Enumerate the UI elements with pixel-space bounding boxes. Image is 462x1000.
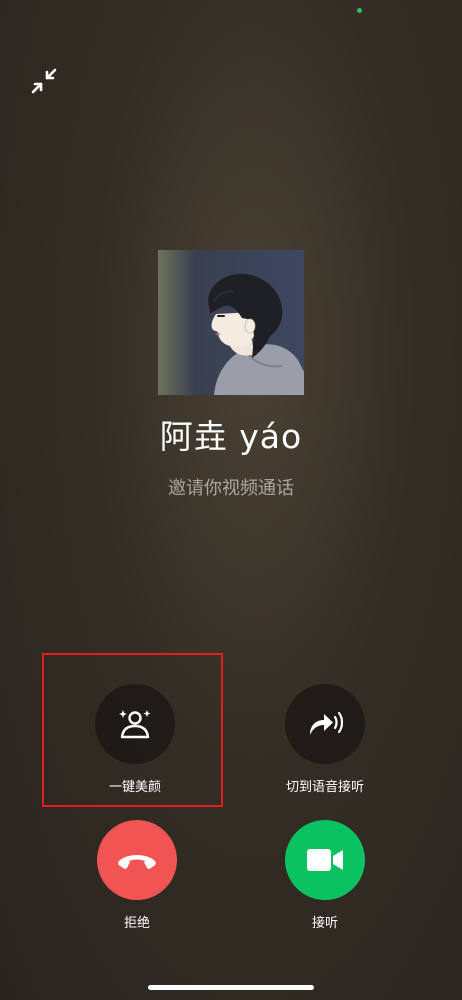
minimize-arrows-icon: [31, 68, 57, 94]
answer-label: 接听: [311, 916, 338, 931]
answer-button[interactable]: [285, 820, 365, 900]
person-sparkle-icon: [119, 710, 151, 739]
home-indicator[interactable]: [148, 985, 314, 990]
incoming-video-call-screen: 阿垚 yáo 邀请你视频通话 一键美颜 切到语音接听 拒绝 接听: [0, 0, 462, 1000]
decline-control: 拒绝: [97, 820, 177, 931]
beauty-control: 一键美颜: [95, 684, 175, 795]
video-camera-icon: [307, 849, 343, 871]
switch-voice-button[interactable]: [285, 684, 365, 764]
answer-control: 接听: [285, 820, 365, 931]
decline-label: 拒绝: [123, 916, 150, 931]
caller-name: 阿垚 yáo: [159, 417, 303, 456]
decline-button[interactable]: [97, 820, 177, 900]
hang-up-phone-icon: [118, 855, 156, 869]
beauty-label: 一键美颜: [108, 780, 161, 795]
beauty-button[interactable]: [95, 684, 175, 764]
switch-voice-control: 切到语音接听: [285, 684, 365, 795]
camera-indicator-dot: [357, 8, 362, 13]
call-status-text: 邀请你视频通话: [168, 478, 294, 499]
switch-voice-label: 切到语音接听: [285, 780, 364, 795]
voice-switch-icon: [310, 711, 344, 735]
caller-avatar: [158, 250, 304, 395]
minimize-window-button[interactable]: [28, 64, 62, 98]
